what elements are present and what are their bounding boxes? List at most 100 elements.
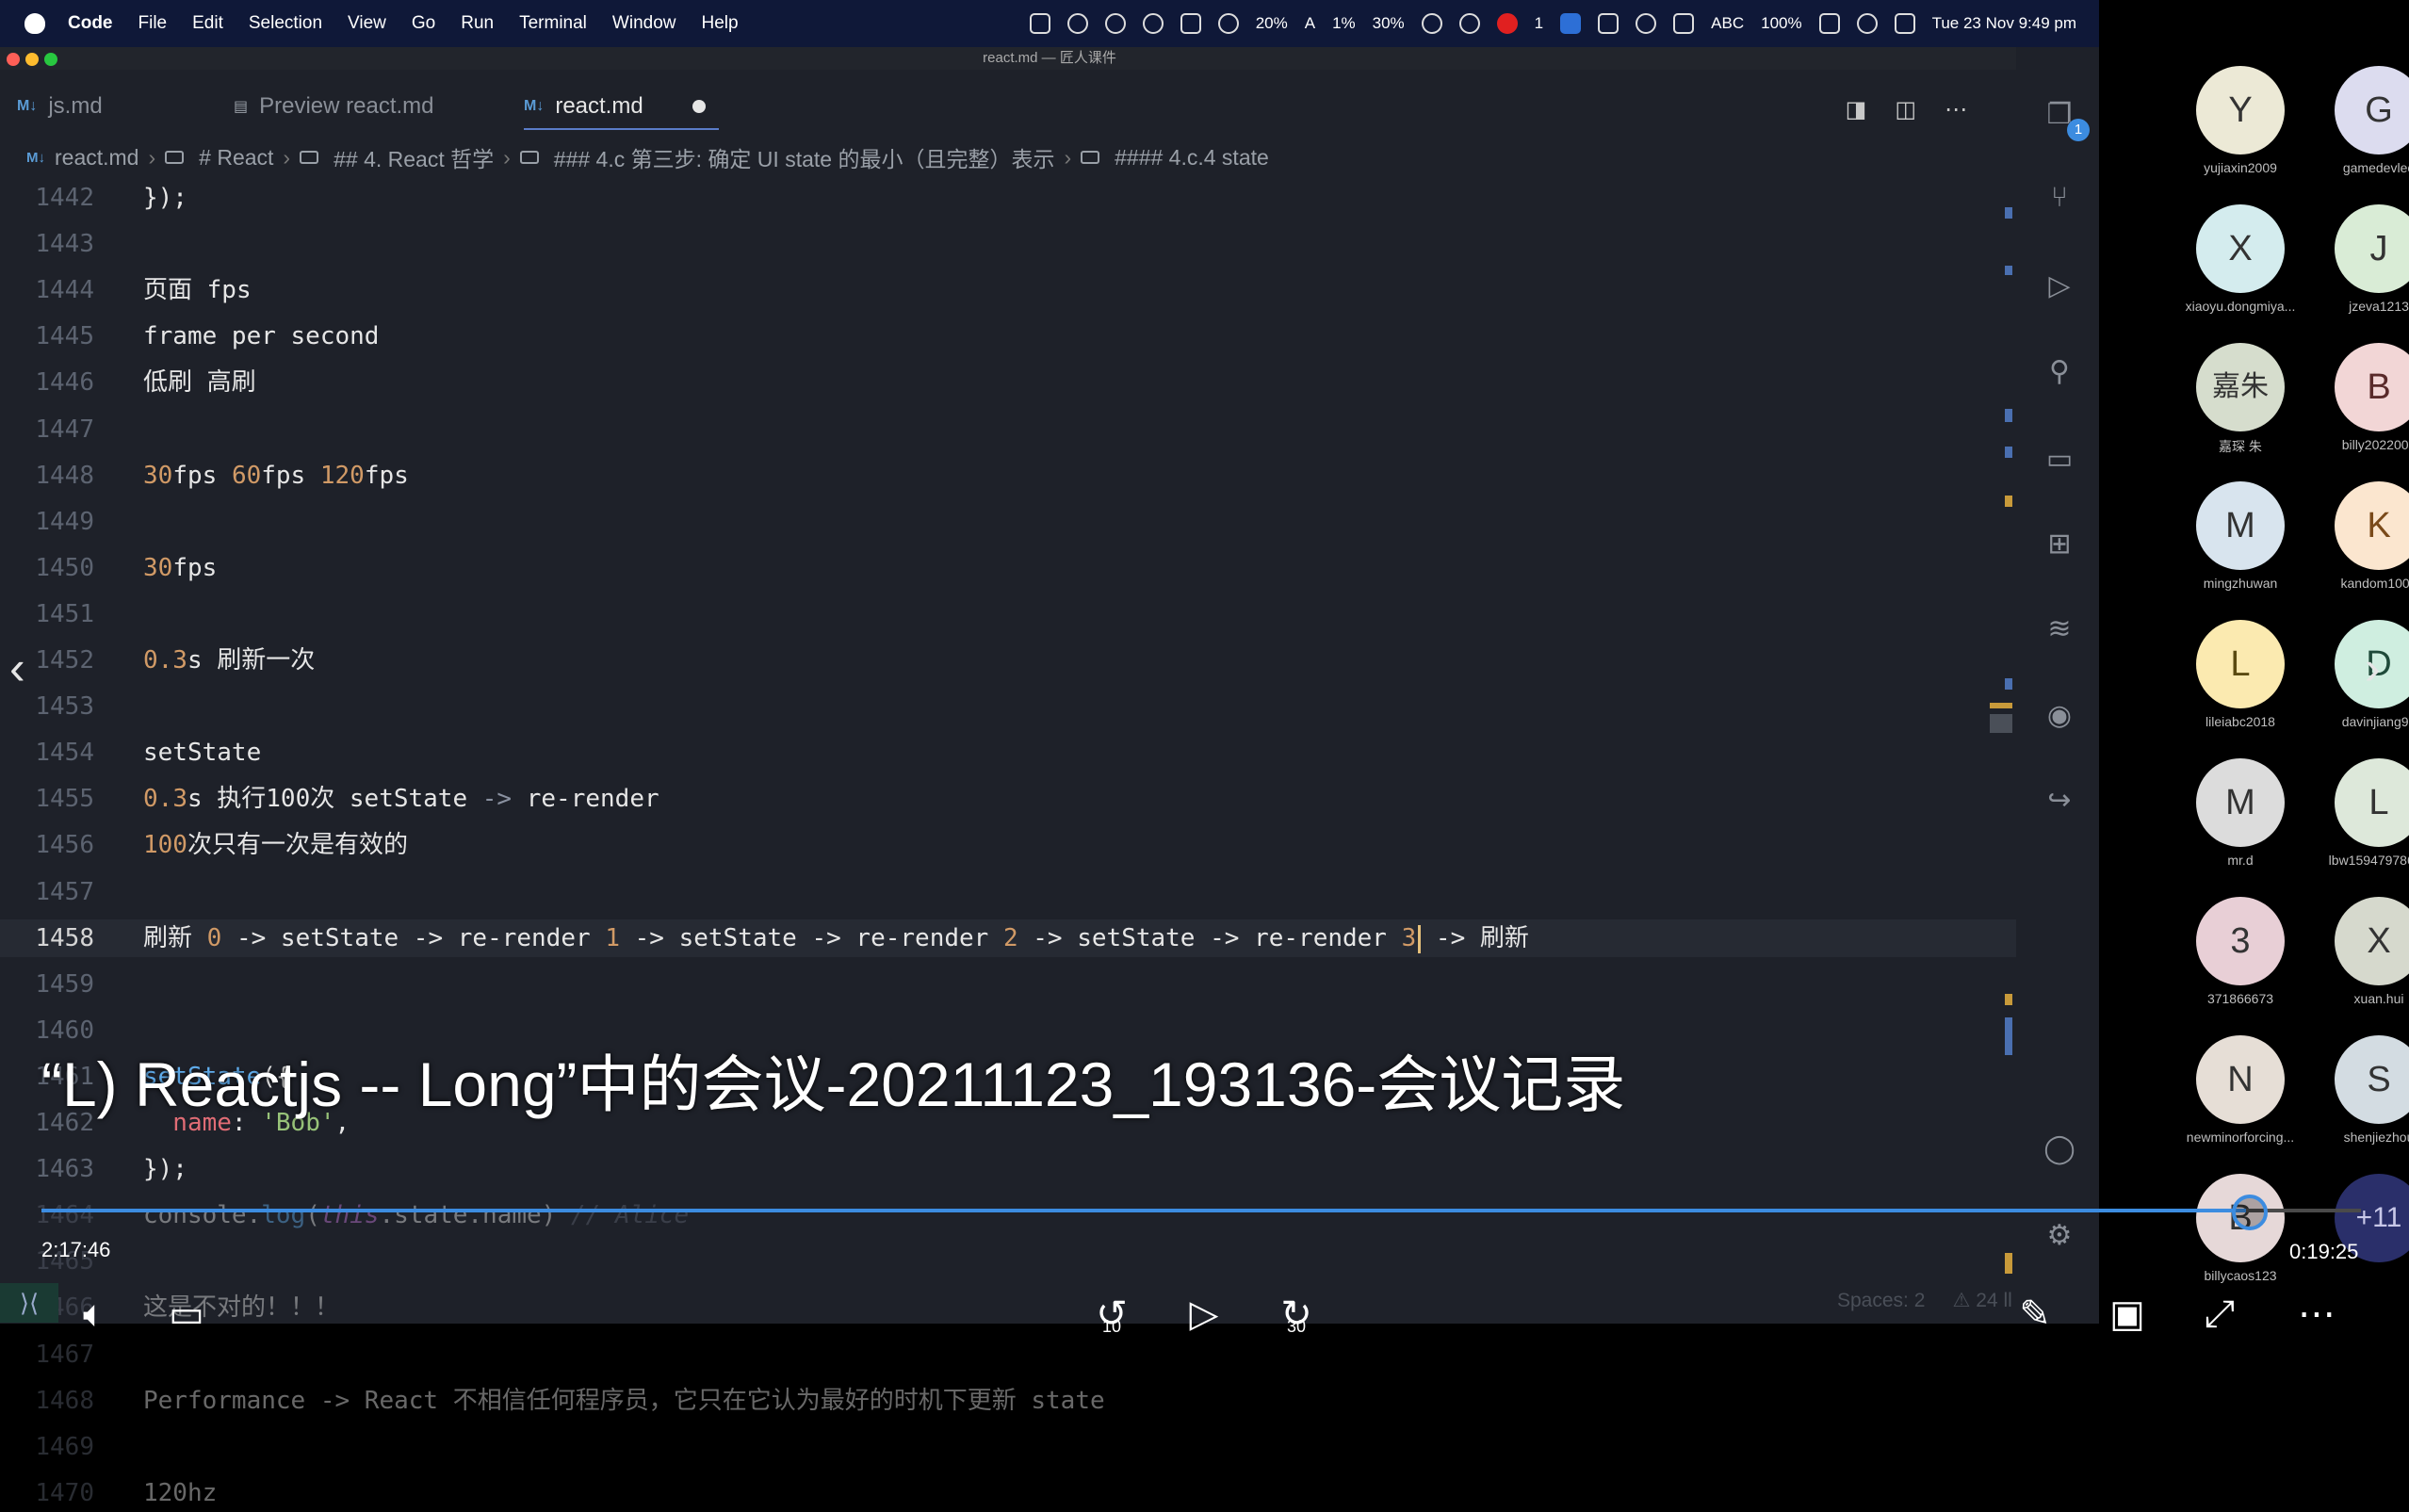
participant[interactable]: Xxuan.hui: [2313, 897, 2409, 1006]
unsaved-dot-icon[interactable]: [692, 100, 706, 113]
participant[interactable]: Xxiaoyu.dongmiya...: [2174, 204, 2306, 314]
settings-gear-icon[interactable]: ⚙: [2041, 1217, 2078, 1255]
code-line[interactable]: 1447: [0, 411, 2016, 448]
docker-icon[interactable]: ≋: [2041, 610, 2078, 648]
participant[interactable]: 嘉朱 嘉琛 朱: [2174, 343, 2306, 456]
tab-preview-react-md[interactable]: ▤ Preview react.md: [234, 85, 434, 128]
remote-explorer-icon[interactable]: ▭: [2041, 441, 2078, 479]
app-icon[interactable]: [1142, 13, 1164, 34]
record-icon[interactable]: [1496, 13, 1518, 34]
timer-icon[interactable]: [1066, 13, 1088, 34]
participant[interactable]: Kkandom1001: [2313, 481, 2409, 591]
input-source[interactable]: ABC: [1711, 14, 1744, 33]
clipboard-icon[interactable]: [1458, 13, 1480, 34]
code-line[interactable]: 1470 120hz: [0, 1474, 2016, 1512]
participant[interactable]: Mmingzhuwan: [2174, 481, 2306, 591]
forward-button[interactable]: ↻ 30: [1268, 1281, 1325, 1347]
cpu-usage[interactable]: 20%: [1256, 14, 1288, 33]
wechat-icon[interactable]: [1217, 13, 1239, 34]
breadcrumb-item[interactable]: #### 4.c.4 state: [1115, 145, 1269, 171]
code-line[interactable]: 1469: [0, 1428, 2016, 1466]
tab-js-md[interactable]: M↓ js.md: [17, 85, 103, 128]
code-line[interactable]: 1455 0.3s 执行100次 setState -> re-render: [0, 780, 2016, 818]
code-line[interactable]: 1453: [0, 688, 2016, 725]
participant[interactable]: Sshenjiezhou: [2313, 1035, 2409, 1145]
live-share-icon[interactable]: ↪: [2041, 782, 2078, 820]
participant[interactable]: Llbw15947978697: [2313, 758, 2409, 868]
minimize-window-button[interactable]: [25, 53, 39, 66]
battery-percent[interactable]: 100%: [1761, 14, 1801, 33]
participant[interactable]: Bbilly2022002: [2313, 343, 2409, 452]
clock[interactable]: Tue 23 Nov 9:49 pm: [1932, 14, 2076, 33]
code-line[interactable]: 1450 30fps: [0, 549, 2016, 587]
a-usage[interactable]: 1%: [1332, 14, 1356, 33]
control-center-icon[interactable]: [1894, 13, 1915, 34]
github-icon[interactable]: ◉: [2041, 697, 2078, 735]
code-line[interactable]: 1451: [0, 595, 2016, 633]
code-editor[interactable]: 1442}); 1443 1444 页面 fps 1445 frame per secon…: [0, 179, 2016, 1507]
battery-icon[interactable]: [1818, 13, 1840, 34]
menu-item[interactable]: Window: [612, 13, 676, 34]
more-icon[interactable]: ⋯: [2284, 1281, 2350, 1347]
progress-knob[interactable]: [2232, 1195, 2268, 1230]
menu-item[interactable]: Go: [412, 13, 435, 34]
more-actions-icon[interactable]: ⋯: [1945, 96, 1967, 123]
bluetooth-icon[interactable]: [1598, 13, 1620, 34]
menu-item[interactable]: File: [138, 13, 168, 34]
pen-icon[interactable]: ✎: [2007, 1281, 2063, 1347]
code-line[interactable]: 1459: [0, 966, 2016, 1003]
participant[interactable]: Yyujiaxin2009: [2174, 66, 2306, 175]
menu-item[interactable]: Code: [68, 13, 113, 34]
participant[interactable]: Jjzeva1213: [2313, 204, 2409, 314]
menu-item[interactable]: Run: [461, 13, 494, 34]
volume-icon[interactable]: [1636, 13, 1657, 34]
play-icon[interactable]: ▷: [1176, 1281, 1232, 1347]
code-line[interactable]: 1444 页面 fps: [0, 271, 2016, 309]
code-line[interactable]: 1468 Performance -> React 不相信任何程序员，它只在它认为…: [0, 1382, 2016, 1420]
captions-icon[interactable]: ▭: [158, 1281, 215, 1347]
participant[interactable]: Ddavinjiang95: [2313, 620, 2409, 729]
menu-item[interactable]: Edit: [192, 13, 223, 34]
participant[interactable]: Nnewminorforcing...: [2174, 1035, 2306, 1145]
cloud-icon[interactable]: [1421, 13, 1442, 34]
code-line[interactable]: 1454 setState: [0, 734, 2016, 772]
code-line[interactable]: 1452 0.3s 刷新一次: [0, 642, 2016, 679]
picture-in-picture-icon[interactable]: ▣: [2099, 1281, 2156, 1347]
extensions-icon[interactable]: ⊞: [2041, 526, 2078, 563]
participant[interactable]: Mmr.d: [2174, 758, 2306, 868]
source-control-icon[interactable]: ⑂: [2041, 179, 2078, 217]
code-line[interactable]: 1449: [0, 503, 2016, 541]
participant[interactable]: 3 371866673: [2174, 897, 2306, 1006]
code-line[interactable]: 1446 低刷 高刷: [0, 364, 2016, 401]
fullscreen-icon[interactable]: ⤢: [2191, 1281, 2248, 1347]
accounts-icon[interactable]: ◯: [2041, 1130, 2078, 1168]
search-icon[interactable]: ⚲: [2041, 353, 2078, 391]
volume-icon[interactable]: 🔈︎: [66, 1281, 122, 1347]
code-line[interactable]: 1464 console.log(this.state.name) // Alic…: [0, 1196, 2016, 1234]
split-editor-icon[interactable]: ◫: [1895, 96, 1916, 123]
open-preview-side-icon[interactable]: ◨: [1846, 96, 1867, 123]
menu-item[interactable]: Help: [702, 13, 739, 34]
chevron-left-icon[interactable]: ‹: [9, 641, 25, 695]
code-line[interactable]: 1457: [0, 873, 2016, 911]
input-source-icon[interactable]: [1673, 13, 1695, 34]
participant[interactable]: Llileiabc2018: [2174, 620, 2306, 729]
menu-item[interactable]: Terminal: [519, 13, 587, 34]
shield-icon[interactable]: [1180, 13, 1201, 34]
memory-usage[interactable]: 30%: [1373, 14, 1405, 33]
participant[interactable]: Ggamedevleo: [2313, 66, 2409, 175]
tab-react-md[interactable]: M↓ react.md: [524, 85, 719, 130]
breadcrumb-item[interactable]: # React: [199, 145, 273, 171]
menu-item[interactable]: View: [348, 13, 386, 34]
code-line[interactable]: 1445 frame per second: [0, 317, 2016, 355]
code-line[interactable]: 1456 100次只有一次是有效的: [0, 826, 2016, 864]
menu-item[interactable]: Selection: [249, 13, 322, 34]
run-debug-icon[interactable]: ▷: [2041, 268, 2078, 305]
code-line[interactable]: 1458 刷新 0 -> setState -> re-render 1 -> s…: [0, 919, 2016, 957]
breadcrumb-item[interactable]: ### 4.c 第三步: 确定 UI state 的最小（且完整）表示: [554, 141, 1055, 173]
code-line[interactable]: 1448 30fps 60fps 120fps: [0, 457, 2016, 495]
close-window-button[interactable]: [7, 53, 20, 66]
check-icon[interactable]: [1104, 13, 1126, 34]
code-line[interactable]: 1465: [0, 1243, 2016, 1280]
rewind-button[interactable]: ↺ 10: [1083, 1281, 1140, 1347]
